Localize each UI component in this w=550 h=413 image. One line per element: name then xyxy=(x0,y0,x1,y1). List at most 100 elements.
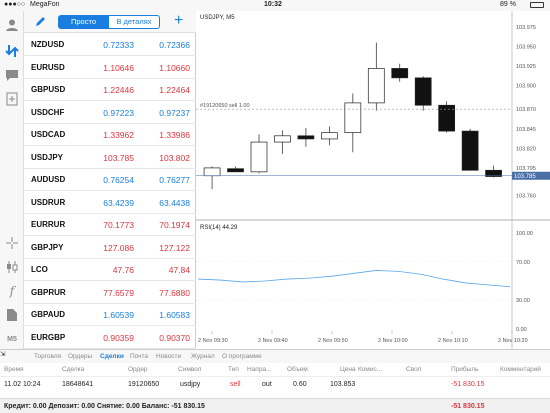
quote-row-lco[interactable]: LCO 47.76 47.84 xyxy=(24,259,196,281)
expand-icon[interactable]: ⇲ xyxy=(0,351,5,358)
trade-symbol: usdjpy xyxy=(180,381,201,388)
quote-ask: 0.90370 xyxy=(159,332,190,343)
quote-ask: 103.802 xyxy=(159,152,190,163)
trade-price: 103.853 xyxy=(330,381,356,388)
chart-svg[interactable]: 103.975 103.950 103.925 103.900 103.870 103.8… xyxy=(196,11,550,349)
quote-row-gbprur[interactable]: GBPRUR 77.6579 77.6880 xyxy=(24,282,196,304)
account-summary: Кредит: 0.00 Депозит: 0.00 Снятие: 0.00 … xyxy=(0,398,550,413)
quote-bid: 70.1773 xyxy=(103,220,134,230)
quote-bid: 1.33962 xyxy=(103,130,134,140)
quote-symbol: GBPAUD xyxy=(31,310,66,319)
y-tick-4: 103.870 xyxy=(516,107,536,113)
trade-order: 19120650 xyxy=(128,381,160,388)
clock: 10:32 xyxy=(264,1,282,8)
trades-header: Время Сделка Ордер Символ Тип Напра... О… xyxy=(0,363,550,377)
tab-0[interactable]: Торговля xyxy=(34,353,61,360)
candles-icon[interactable] xyxy=(4,259,20,275)
quote-row-gbpjpy[interactable]: GBPJPY 127.086 127.122 xyxy=(24,237,196,259)
left-rail: f M5 xyxy=(0,11,24,349)
battery-icon xyxy=(530,2,544,8)
candle-11 xyxy=(461,128,479,171)
rsi-tick-2: 30.00 xyxy=(516,298,530,304)
quote-symbol: USDCAD xyxy=(31,130,66,139)
col-deal[interactable]: Сделка xyxy=(62,366,84,373)
tab-5[interactable]: Журнал xyxy=(191,353,215,360)
quote-ask: 77.6880 xyxy=(159,287,190,298)
tab-6[interactable]: О программе xyxy=(222,353,262,360)
edit-icon[interactable] xyxy=(34,15,46,33)
rsi-tick-1: 70.00 xyxy=(516,260,530,266)
quote-bid: 103.785 xyxy=(103,152,134,163)
quote-row-audusd[interactable]: AUDUSD 0.76254 0.76277 xyxy=(24,169,196,191)
timeframe-label[interactable]: M5 xyxy=(4,331,20,347)
table-row[interactable]: 11.02 10:24 18648641 19120650 usdjpy sel… xyxy=(0,378,550,392)
order-label: #19120650 sell 1.00 xyxy=(200,103,250,109)
quote-row-usdcad[interactable]: USDCAD 1.33962 1.33986 xyxy=(24,124,196,146)
trade-volume: 0.60 xyxy=(293,381,307,388)
battery-label: 89 % xyxy=(500,1,516,8)
y-tick-2: 103.925 xyxy=(516,64,536,70)
candle-10 xyxy=(438,101,456,133)
chat-icon[interactable] xyxy=(4,67,20,83)
candle-9 xyxy=(414,76,432,111)
col-commission[interactable]: Комис... xyxy=(358,366,382,373)
quote-symbol: USDCHF xyxy=(31,107,65,117)
x-tick-4: 2 Nov 10:10 xyxy=(438,338,468,344)
quote-ask: 1.33986 xyxy=(159,130,190,140)
trade-time: 11.02 10:24 xyxy=(4,381,41,388)
col-volume[interactable]: Объем xyxy=(287,366,308,373)
quote-symbol: USDRUR xyxy=(31,197,66,207)
quote-row-nzdusd[interactable]: NZDUSD 0.72333 0.72366 xyxy=(24,34,196,56)
tab-2[interactable]: Сделки xyxy=(100,353,124,360)
quote-row-eurusd[interactable]: EURUSD 1.10646 1.10660 xyxy=(24,57,196,79)
quote-row-usdchf[interactable]: USDCHF 0.97223 0.97237 xyxy=(24,102,196,124)
quote-row-usdrur[interactable]: USDRUR 63.4239 63.4438 xyxy=(24,192,196,214)
col-comment[interactable]: Комментарий xyxy=(500,366,541,373)
quotes-icon[interactable] xyxy=(4,43,20,59)
chart-area[interactable]: 103.975 103.950 103.925 103.900 103.870 103.8… xyxy=(196,11,550,349)
quote-row-eurrur[interactable]: EURRUR 70.1773 70.1974 xyxy=(24,214,196,236)
quote-ask: 1.10660 xyxy=(159,62,190,73)
col-type[interactable]: Тип xyxy=(228,366,239,373)
quote-bid: 1.60539 xyxy=(103,310,134,320)
col-symbol[interactable]: Символ xyxy=(178,366,201,373)
account-icon[interactable] xyxy=(4,17,20,33)
col-order[interactable]: Ордер xyxy=(128,366,148,373)
quote-row-usdjpy[interactable]: USDJPY 103.785 103.802 xyxy=(24,147,196,169)
quote-symbol: NZDUSD xyxy=(31,40,65,49)
quote-symbol: EURGBP xyxy=(31,332,66,342)
x-tick-2: 2 Nov 09:50 xyxy=(318,338,348,344)
col-profit[interactable]: Прибыль xyxy=(451,366,479,373)
trade-deal: 18648641 xyxy=(62,381,94,388)
quote-ask: 127.122 xyxy=(159,242,190,253)
tab-simple[interactable]: Просто xyxy=(58,15,109,29)
trade-type: sell xyxy=(230,381,241,388)
signal-icon: ●●●○○ xyxy=(4,1,26,8)
col-swap[interactable]: Своп xyxy=(406,366,421,373)
indicator-icon[interactable]: f xyxy=(4,283,20,299)
quote-symbol: GBPJPY xyxy=(31,242,64,252)
new-document-icon[interactable] xyxy=(4,91,20,107)
quotes-toolbar: Просто В деталях + xyxy=(24,11,196,33)
col-time[interactable]: Время xyxy=(4,366,24,373)
quote-bid: 1.10646 xyxy=(103,62,134,73)
tab-1[interactable]: Ордеры xyxy=(68,353,92,360)
quote-bid: 127.086 xyxy=(103,242,134,253)
objects-icon[interactable] xyxy=(4,307,20,323)
y-tick-5: 103.845 xyxy=(516,127,536,133)
tab-detail[interactable]: В деталях xyxy=(108,15,160,29)
add-symbol-icon[interactable]: + xyxy=(174,13,183,29)
rsi-tick-3: 0.00 xyxy=(516,327,527,333)
crosshair-icon[interactable] xyxy=(4,235,20,251)
quote-symbol: EURRUR xyxy=(31,220,66,229)
quote-row-gbpusd[interactable]: GBPUSD 1.22446 1.22464 xyxy=(24,79,196,101)
tab-3[interactable]: Почта xyxy=(130,353,148,360)
quote-row-eurgbp[interactable]: EURGBP 0.90359 0.90370 xyxy=(24,327,196,349)
tab-4[interactable]: Новости xyxy=(156,353,181,360)
col-price[interactable]: Цена xyxy=(340,366,356,373)
quote-symbol: GBPUSD xyxy=(31,85,66,94)
quote-ask: 63.4438 xyxy=(159,197,190,208)
col-direction[interactable]: Напра... xyxy=(247,366,271,373)
quote-row-gbpaud[interactable]: GBPAUD 1.60539 1.60583 xyxy=(24,304,196,326)
carrier-label: MegaFon xyxy=(30,1,60,8)
